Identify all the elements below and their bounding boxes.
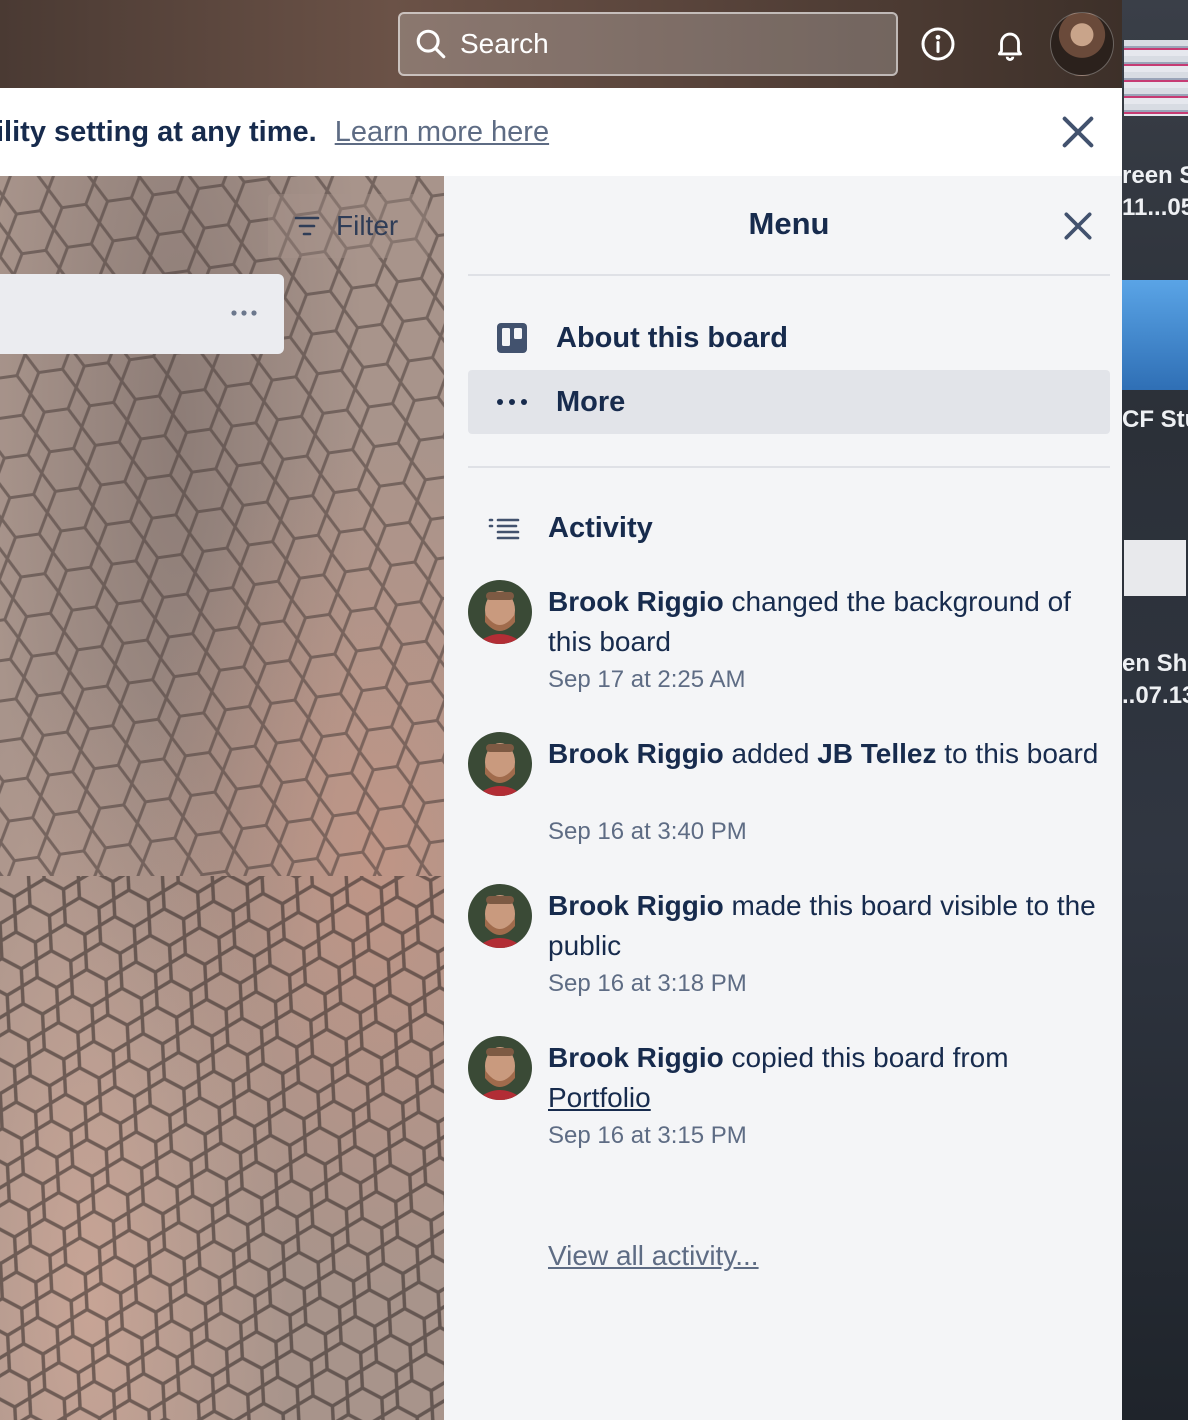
desktop-folder-thumbnail[interactable]	[1122, 280, 1188, 390]
menu-title: Menu	[748, 206, 830, 241]
filter-label: Filter	[336, 210, 399, 241]
activity-timestamp[interactable]: Sep 16 at 3:18 PM	[548, 970, 747, 998]
list-menu-ellipsis-icon[interactable]	[222, 298, 266, 328]
search-input[interactable]	[460, 28, 840, 60]
avatar[interactable]	[468, 732, 532, 796]
board-menu-panel: Menu About this board More Activity Broo…	[444, 176, 1122, 1420]
activity-title: Activity	[548, 512, 653, 544]
desktop-file-label: en Sho	[1122, 650, 1188, 677]
activity-user[interactable]: Brook Riggio	[548, 1042, 724, 1073]
desktop-file-label: reen S	[1122, 162, 1188, 189]
search-icon	[416, 29, 446, 59]
desktop-file-label: CF Stu	[1122, 406, 1188, 433]
desktop-file-label: 11...05	[1122, 194, 1188, 221]
menu-close-icon[interactable]	[1058, 206, 1098, 246]
menu-item-label: More	[556, 385, 626, 418]
notifications-bell-icon[interactable]	[990, 24, 1030, 64]
banner-close-icon[interactable]	[1058, 112, 1098, 152]
desktop-background-strip: reen S 11...05 CF Stu en Sho ..07.13	[1122, 0, 1188, 1420]
desktop-file-thumbnail[interactable]	[1124, 40, 1188, 116]
activity-description: to this board	[936, 738, 1099, 769]
activity-list-icon	[488, 518, 520, 539]
activity-text: Brook Riggio made this board visible to …	[548, 886, 1108, 966]
activity-section-header: Activity	[488, 512, 653, 545]
activity-user[interactable]: Brook Riggio	[548, 738, 724, 769]
activity-timestamp[interactable]: Sep 16 at 3:40 PM	[548, 818, 747, 846]
activity-text: Brook Riggio copied this board from Port…	[548, 1038, 1108, 1118]
ellipsis-icon	[497, 399, 527, 405]
menu-item-label: About this board	[556, 321, 788, 354]
menu-divider	[468, 466, 1110, 468]
desktop-file-thumbnail[interactable]	[1124, 540, 1186, 596]
member-avatar[interactable]	[1050, 12, 1114, 76]
activity-timestamp[interactable]: Sep 17 at 2:25 AM	[548, 666, 745, 694]
filter-icon	[294, 216, 320, 236]
menu-item-more[interactable]: More	[468, 370, 1110, 434]
activity-target-user[interactable]: JB Tellez	[817, 738, 936, 769]
banner-message: ility setting at any time.	[0, 115, 317, 148]
activity-description: copied this board from	[723, 1042, 1009, 1073]
info-icon[interactable]	[918, 24, 958, 64]
board-icon	[497, 323, 527, 353]
view-all-activity-link[interactable]: View all activity...	[548, 1240, 759, 1272]
learn-more-link[interactable]: Learn more here	[335, 116, 549, 149]
avatar[interactable]	[468, 580, 532, 644]
activity-text: Brook Riggio added JB Tellez to this boa…	[548, 734, 1108, 774]
board-canvas: Filter	[0, 176, 444, 1420]
menu-divider	[468, 274, 1110, 276]
avatar[interactable]	[468, 1036, 532, 1100]
board-background-image	[0, 176, 444, 1420]
list-header	[0, 274, 284, 354]
activity-user[interactable]: Brook Riggio	[548, 890, 724, 921]
visibility-banner: ility setting at any time. Learn more he…	[0, 88, 1122, 176]
search-box[interactable]	[398, 12, 898, 76]
avatar[interactable]	[468, 884, 532, 948]
source-board-link[interactable]: Portfolio	[548, 1082, 651, 1113]
activity-user[interactable]: Brook Riggio	[548, 586, 724, 617]
desktop-file-label: ..07.13	[1122, 682, 1188, 709]
menu-item-about-board[interactable]: About this board	[468, 306, 1110, 370]
filter-button[interactable]: Filter	[268, 194, 428, 258]
top-navigation-bar	[0, 0, 1122, 88]
activity-description: added	[723, 738, 818, 769]
activity-timestamp[interactable]: Sep 16 at 3:15 PM	[548, 1122, 747, 1150]
activity-text: Brook Riggio changed the background of t…	[548, 582, 1108, 662]
